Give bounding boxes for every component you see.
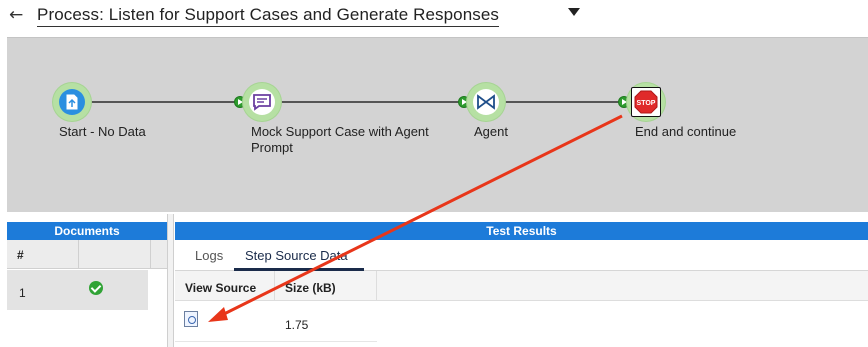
connector-line xyxy=(76,101,240,103)
size-value: 1.75 xyxy=(285,318,309,332)
node-label-agent: Agent xyxy=(474,124,508,139)
message-icon xyxy=(249,89,275,115)
results-tabs: Logs Step Source Data xyxy=(175,240,868,271)
test-results-header: Test Results xyxy=(175,222,868,240)
tab-logs[interactable]: Logs xyxy=(195,248,223,263)
connector-line xyxy=(252,101,462,103)
column-header-size[interactable]: Size (kB) xyxy=(275,271,377,301)
table-row[interactable]: 1 xyxy=(7,270,148,310)
caret-down-icon[interactable] xyxy=(568,8,580,16)
agent-icon xyxy=(473,89,499,115)
page-header: ← Process: Listen for Support Cases and … xyxy=(0,0,868,37)
back-arrow-icon[interactable]: ← xyxy=(9,5,23,25)
documents-column-header: # xyxy=(7,240,167,269)
node-agent[interactable] xyxy=(467,83,505,121)
column-header-view-source[interactable]: View Source xyxy=(175,271,275,301)
column-header-number[interactable]: # xyxy=(7,240,79,269)
success-check-icon xyxy=(89,281,103,295)
stop-sign-text: STOP xyxy=(637,100,656,107)
start-document-icon xyxy=(59,89,85,115)
node-start[interactable] xyxy=(53,83,91,121)
page-title[interactable]: Process: Listen for Support Cases and Ge… xyxy=(37,5,500,27)
panel-splitter[interactable] xyxy=(167,214,174,347)
node-mock-support-case[interactable] xyxy=(243,83,281,121)
node-label-mock-support-case: Mock Support Case with Agent Prompt xyxy=(251,124,429,155)
node-label-end: End and continue xyxy=(635,124,737,139)
process-canvas[interactable]: Start - No Data Mock Support Case with A… xyxy=(7,37,868,212)
tab-step-source-data[interactable]: Step Source Data xyxy=(245,248,348,263)
stop-sign-icon: STOP xyxy=(631,87,661,117)
documents-panel-header: Documents xyxy=(7,222,167,240)
connector-line xyxy=(485,101,622,103)
table-row: 1.75 xyxy=(175,302,377,342)
view-source-icon[interactable] xyxy=(184,311,198,327)
node-label-start: Start - No Data xyxy=(59,124,146,139)
node-end-and-continue[interactable]: STOP xyxy=(627,83,665,121)
column-header-status[interactable] xyxy=(79,240,151,269)
source-table-header: View Source Size (kB) xyxy=(175,271,868,301)
document-number: 1 xyxy=(19,286,26,300)
